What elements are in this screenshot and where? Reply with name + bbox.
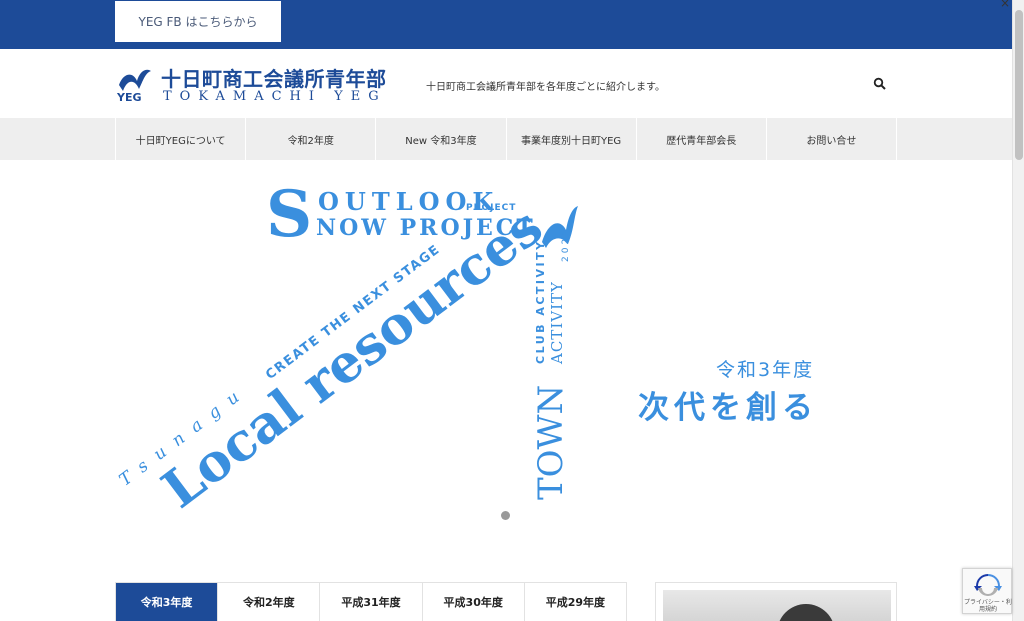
nav-item-past-chairs[interactable]: 歴代青年部会長 bbox=[637, 118, 767, 160]
nav-item-reiwa3[interactable]: New 令和3年度 bbox=[376, 118, 507, 160]
nav-item-by-year[interactable]: 事業年度別十日町YEG bbox=[507, 118, 637, 160]
vertical-scrollbar[interactable] bbox=[1012, 0, 1024, 621]
scrollbar-thumb[interactable] bbox=[1015, 10, 1023, 160]
recaptcha-badge[interactable]: プライバシー・利用規約 bbox=[962, 568, 1012, 614]
hero-jidai-wo-tsukuru: 次代を創る bbox=[638, 390, 818, 426]
year-tabs: 令和3年度 令和2年度 平成31年度 平成30年度 平成29年度 bbox=[115, 582, 627, 621]
tab-heisei29[interactable]: 平成29年度 bbox=[524, 583, 627, 621]
site-header: 十日町商工会議所青年部 TOKAMACHI YEG YEG 十日町商工会議所青年… bbox=[0, 49, 1012, 118]
tab-heisei30[interactable]: 平成30年度 bbox=[422, 583, 525, 621]
nav-item-reiwa2[interactable]: 令和2年度 bbox=[246, 118, 377, 160]
hero-year-2021: 2021 bbox=[561, 227, 571, 262]
hero-activity: ACTIVITY bbox=[548, 281, 566, 365]
sidebar-photo-card bbox=[655, 582, 897, 621]
tab-reiwa3[interactable]: 令和3年度 bbox=[116, 583, 219, 621]
nav-item-contact[interactable]: お問い合せ bbox=[767, 118, 898, 160]
nav-item-about[interactable]: 十日町YEGについて bbox=[115, 118, 247, 160]
hero-town: TOWN bbox=[531, 385, 571, 500]
site-logo[interactable]: 十日町商工会議所青年部 TOKAMACHI YEG YEG bbox=[115, 61, 405, 107]
hero-club-activity: CLUB ACTIVITY bbox=[534, 239, 547, 364]
tab-heisei31[interactable]: 平成31年度 bbox=[320, 583, 423, 621]
main-navigation: 十日町YEGについて 令和2年度 New 令和3年度 事業年度別十日町YEG 歴… bbox=[0, 118, 1012, 160]
top-bar: YEG FB はこちらから bbox=[0, 0, 1012, 49]
yeg-fb-button[interactable]: YEG FB はこちらから bbox=[115, 1, 281, 42]
recaptcha-text: プライバシー・利用規約 bbox=[964, 599, 1012, 613]
hero-slider: S OUTLOOK PROJECT NOW PROJECT Local reso… bbox=[0, 160, 1012, 530]
browser-viewport: YEG FB はこちらから 十日町商工会議所青年部 TOKAMACHI YEG … bbox=[0, 0, 1012, 621]
logo-english-text: TOKAMACHI YEG bbox=[163, 89, 387, 104]
tab-reiwa2[interactable]: 令和2年度 bbox=[218, 583, 321, 621]
hero-big-s: S bbox=[266, 177, 312, 252]
hero-reiwa-3: 令和3年度 bbox=[716, 359, 814, 381]
close-icon[interactable]: × bbox=[1000, 0, 1010, 10]
slider-dot[interactable] bbox=[501, 511, 510, 520]
logo-yeg-text: YEG bbox=[117, 91, 142, 104]
logo-japanese-text: 十日町商工会議所青年部 bbox=[161, 67, 387, 91]
hero-artwork: S OUTLOOK PROJECT NOW PROJECT Local reso… bbox=[116, 177, 818, 520]
site-tagline: 十日町商工会議所青年部を各年度ごとに紹介します。 bbox=[426, 82, 665, 93]
search-icon[interactable] bbox=[873, 77, 887, 91]
chairperson-photo bbox=[663, 590, 891, 621]
hero-local-resources: Local resources bbox=[151, 196, 554, 520]
recaptcha-icon bbox=[974, 574, 1002, 597]
